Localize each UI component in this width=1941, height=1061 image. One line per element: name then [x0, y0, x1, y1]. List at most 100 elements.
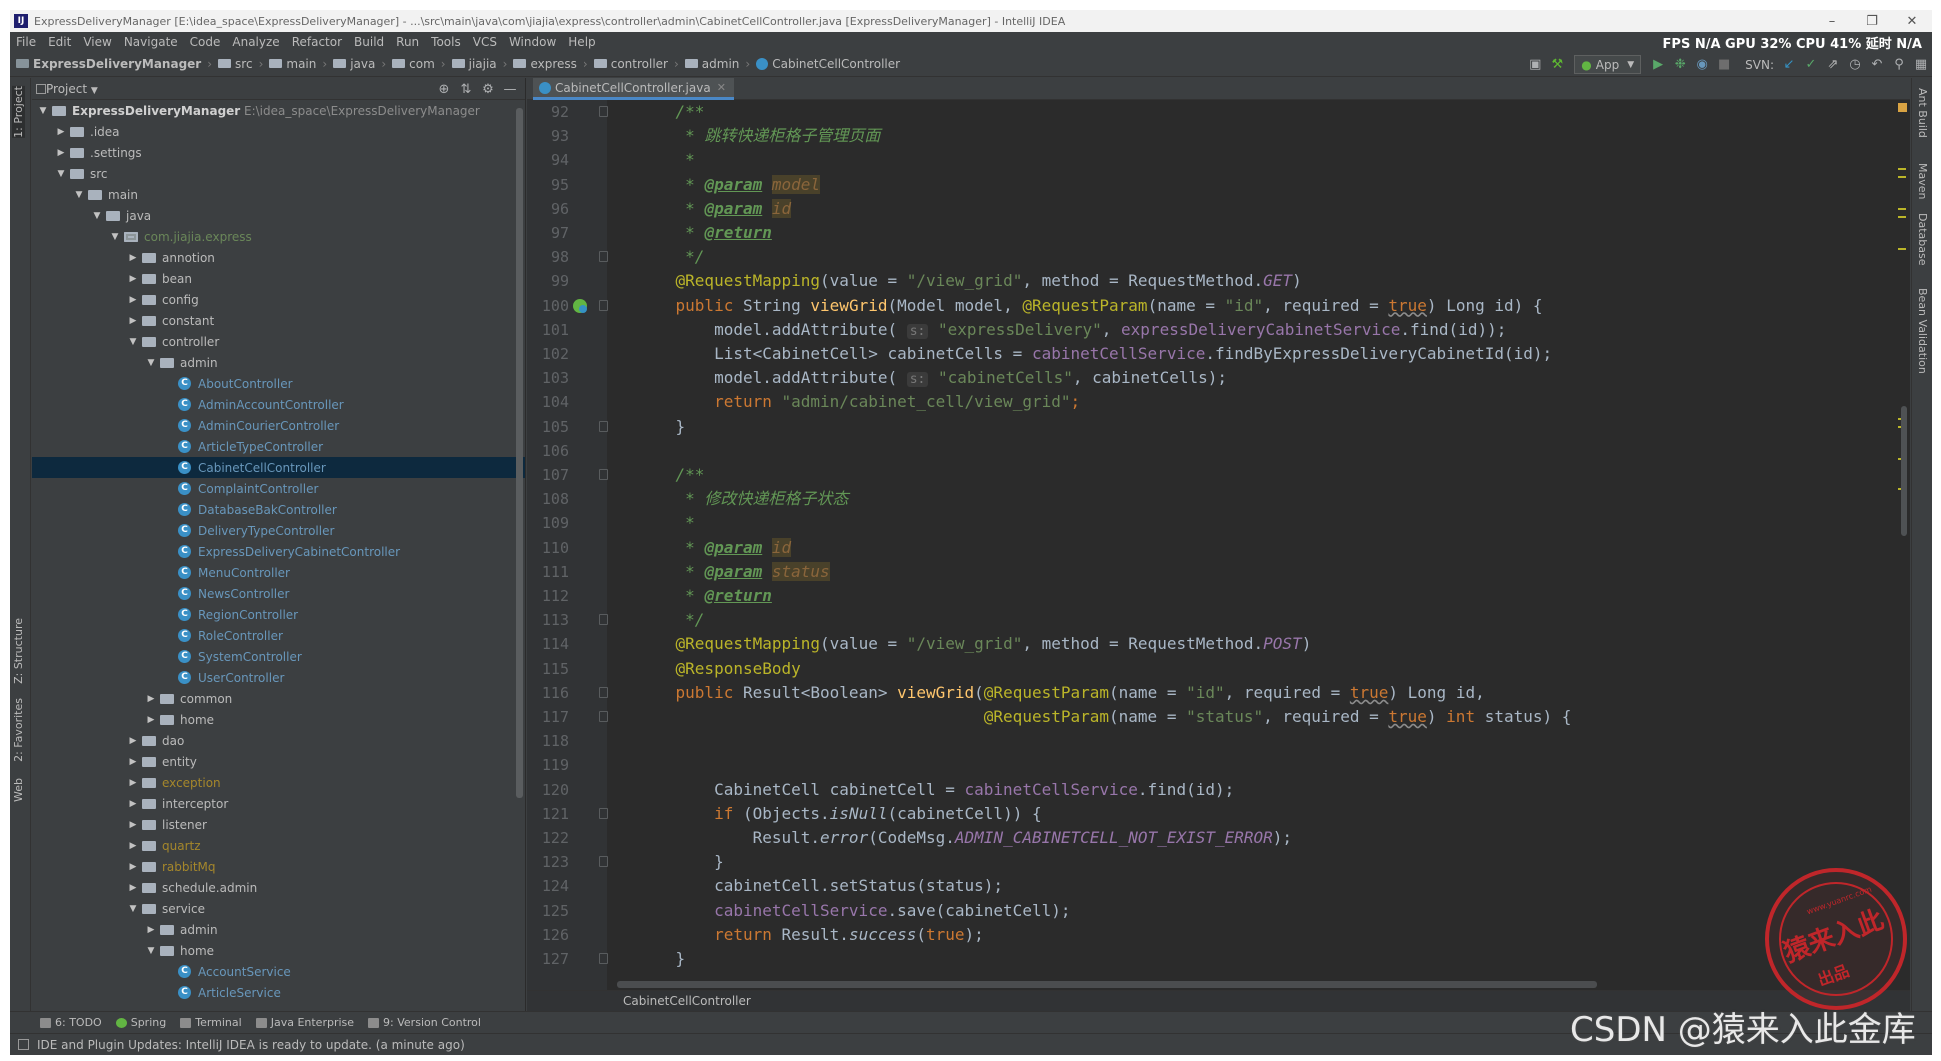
tree-folder-item[interactable]: ▼ home [32, 940, 525, 961]
menu-edit[interactable]: Edit [42, 35, 77, 49]
tree-folder-item[interactable]: ▶ .settings [32, 142, 525, 163]
menu-help[interactable]: Help [562, 35, 601, 49]
tree-folder-item[interactable]: ▶ home [32, 709, 525, 730]
code-line[interactable]: 106 [527, 439, 1910, 463]
build-hammer-icon[interactable]: ⚒ [1546, 54, 1568, 76]
code-line[interactable]: 115 @ResponseBody [527, 657, 1910, 681]
tree-folder-item[interactable]: ▼ java [32, 205, 525, 226]
warning-stripe[interactable] [1898, 168, 1906, 170]
fold-marker-icon[interactable] [599, 469, 608, 480]
stop-icon[interactable]: ■ [1713, 54, 1735, 76]
code-line[interactable]: 118 [527, 729, 1910, 753]
fold-marker-icon[interactable] [599, 856, 608, 868]
fold-marker-icon[interactable] [599, 686, 608, 698]
expand-arrow-down-icon[interactable]: ▼ [128, 904, 138, 914]
tree-class-item[interactable]: C NewsController [32, 583, 525, 604]
breadcrumb-java[interactable]: java › [333, 57, 386, 71]
editor-vertical-scrollbar[interactable] [1901, 406, 1907, 536]
warning-stripe[interactable] [1898, 176, 1906, 178]
breadcrumb-src[interactable]: src › [218, 57, 263, 71]
tree-class-item[interactable]: C RoleController [32, 625, 525, 646]
collapse-all-icon[interactable]: ⇅ [455, 78, 477, 100]
menu-refactor[interactable]: Refactor [286, 35, 348, 49]
code-line[interactable]: 107 /** [527, 463, 1910, 487]
menu-tools[interactable]: Tools [425, 35, 467, 49]
expand-arrow-right-icon[interactable]: ▶ [128, 841, 138, 851]
code-line[interactable]: 92 /** [527, 100, 1910, 124]
breadcrumb-express[interactable]: express › [513, 57, 588, 71]
revert-icon[interactable]: ↶ [1866, 54, 1888, 76]
tree-class-item[interactable]: C RegionController [32, 604, 525, 625]
menu-code[interactable]: Code [184, 35, 227, 49]
maven-tool-tab[interactable]: Maven [1916, 163, 1929, 199]
expand-arrow-right-icon[interactable]: ▶ [128, 799, 138, 809]
java-enterprise-tool-button[interactable]: Java Enterprise [255, 1016, 354, 1029]
editor-horizontal-scrollbar[interactable] [617, 981, 1597, 988]
terminal-tool-button[interactable]: Terminal [180, 1016, 242, 1029]
tree-class-item[interactable]: C AccountService [32, 961, 525, 982]
menu-file[interactable]: File [10, 35, 42, 49]
expand-arrow-right-icon[interactable]: ▶ [128, 883, 138, 893]
tree-folder-item[interactable]: ▼ ExpressDeliveryManager E:\idea_space\Exp… [32, 100, 525, 121]
tree-folder-item[interactable]: ▶ admin [32, 919, 525, 940]
expand-arrow-down-icon[interactable]: ▼ [92, 211, 102, 221]
code-line[interactable]: 119 [527, 753, 1910, 777]
fold-marker-icon[interactable] [599, 106, 608, 117]
tree-folder-item[interactable]: ▶ exception [32, 772, 525, 793]
code-area[interactable]: 92 /** 93 * 跳转快递柜格子管理页面 94 * 95 * @param mo… [527, 100, 1910, 990]
tree-folder-item[interactable]: ▶ quartz [32, 835, 525, 856]
breadcrumb-class[interactable]: CabinetCellController [756, 57, 900, 71]
status-toggle-icon[interactable] [18, 1039, 29, 1050]
project-scrollbar[interactable] [516, 108, 523, 798]
close-window-button[interactable]: ✕ [1892, 10, 1932, 32]
structure-tool-tab[interactable]: Z: Structure [12, 618, 25, 684]
expand-arrow-right-icon[interactable]: ▶ [128, 757, 138, 767]
menu-vcs[interactable]: VCS [467, 35, 503, 49]
debug-icon[interactable]: ❉ [1669, 54, 1691, 76]
fold-marker-icon[interactable] [599, 251, 608, 263]
tree-folder-item[interactable]: ▶ schedule.admin [32, 877, 525, 898]
search-icon[interactable]: ⚲ [1888, 54, 1910, 76]
breadcrumb-main[interactable]: main › [269, 57, 327, 71]
locate-file-icon[interactable]: ⊕ [433, 78, 455, 100]
code-line[interactable]: 99 @RequestMapping(value = "/view_grid",… [527, 269, 1910, 293]
svn-commit-icon[interactable]: ✓ [1800, 54, 1822, 76]
database-tool-tab[interactable]: Database [1916, 213, 1929, 266]
tree-class-item[interactable]: C ComplaintController [32, 478, 525, 499]
tree-folder-item[interactable]: ▶ entity [32, 751, 525, 772]
tree-folder-item[interactable]: ▶ dao [32, 730, 525, 751]
warning-stripe[interactable] [1898, 216, 1906, 218]
code-line[interactable]: 124 cabinetCell.setStatus(status); [527, 874, 1910, 898]
status-message[interactable]: IDE and Plugin Updates: IntelliJ IDEA is… [37, 1038, 465, 1052]
tree-class-item[interactable]: C DeliveryTypeController [32, 520, 525, 541]
expand-arrow-right-icon[interactable]: ▶ [128, 778, 138, 788]
svn-compare-icon[interactable]: ⇗ [1822, 54, 1844, 76]
expand-arrow-right-icon[interactable]: ▶ [146, 694, 156, 704]
gear-icon[interactable]: ⚙ [477, 78, 499, 100]
menu-run[interactable]: Run [390, 35, 425, 49]
code-line[interactable]: 117 @RequestParam(name = "status", requi… [527, 705, 1910, 729]
spring-mapping-gutter-icon[interactable] [573, 298, 587, 313]
tree-class-item[interactable]: C AdminAccountController [32, 394, 525, 415]
editor-breadcrumb-class[interactable]: CabinetCellController [623, 994, 751, 1008]
tree-folder-item[interactable]: ▼ main [32, 184, 525, 205]
code-line[interactable]: 113 */ [527, 608, 1910, 632]
expand-arrow-right-icon[interactable]: ▶ [128, 316, 138, 326]
coverage-icon[interactable]: ◉ [1691, 54, 1713, 76]
fold-marker-icon[interactable] [599, 807, 608, 819]
tree-folder-item[interactable]: ▶ .idea [32, 121, 525, 142]
code-line[interactable]: 105 } [527, 415, 1910, 439]
tree-class-item[interactable]: C DatabaseBakController [32, 499, 525, 520]
hide-panel-icon[interactable]: — [499, 78, 521, 100]
code-line[interactable]: 126 return Result.success(true); [527, 923, 1910, 947]
tree-class-item[interactable]: C AdminCourierController [32, 415, 525, 436]
code-line[interactable]: 127 } [527, 947, 1910, 971]
menu-build[interactable]: Build [348, 35, 390, 49]
code-line[interactable]: 95 * @param model [527, 173, 1910, 197]
web-tool-tab[interactable]: Web [12, 778, 25, 802]
ant-build-tool-tab[interactable]: Ant Build [1916, 88, 1929, 138]
breadcrumb-jiajia[interactable]: jiajia › [451, 57, 507, 71]
fold-marker-icon[interactable] [599, 420, 608, 432]
tree-folder-item[interactable]: ▶ common [32, 688, 525, 709]
expand-arrow-down-icon[interactable]: ▼ [128, 337, 138, 347]
